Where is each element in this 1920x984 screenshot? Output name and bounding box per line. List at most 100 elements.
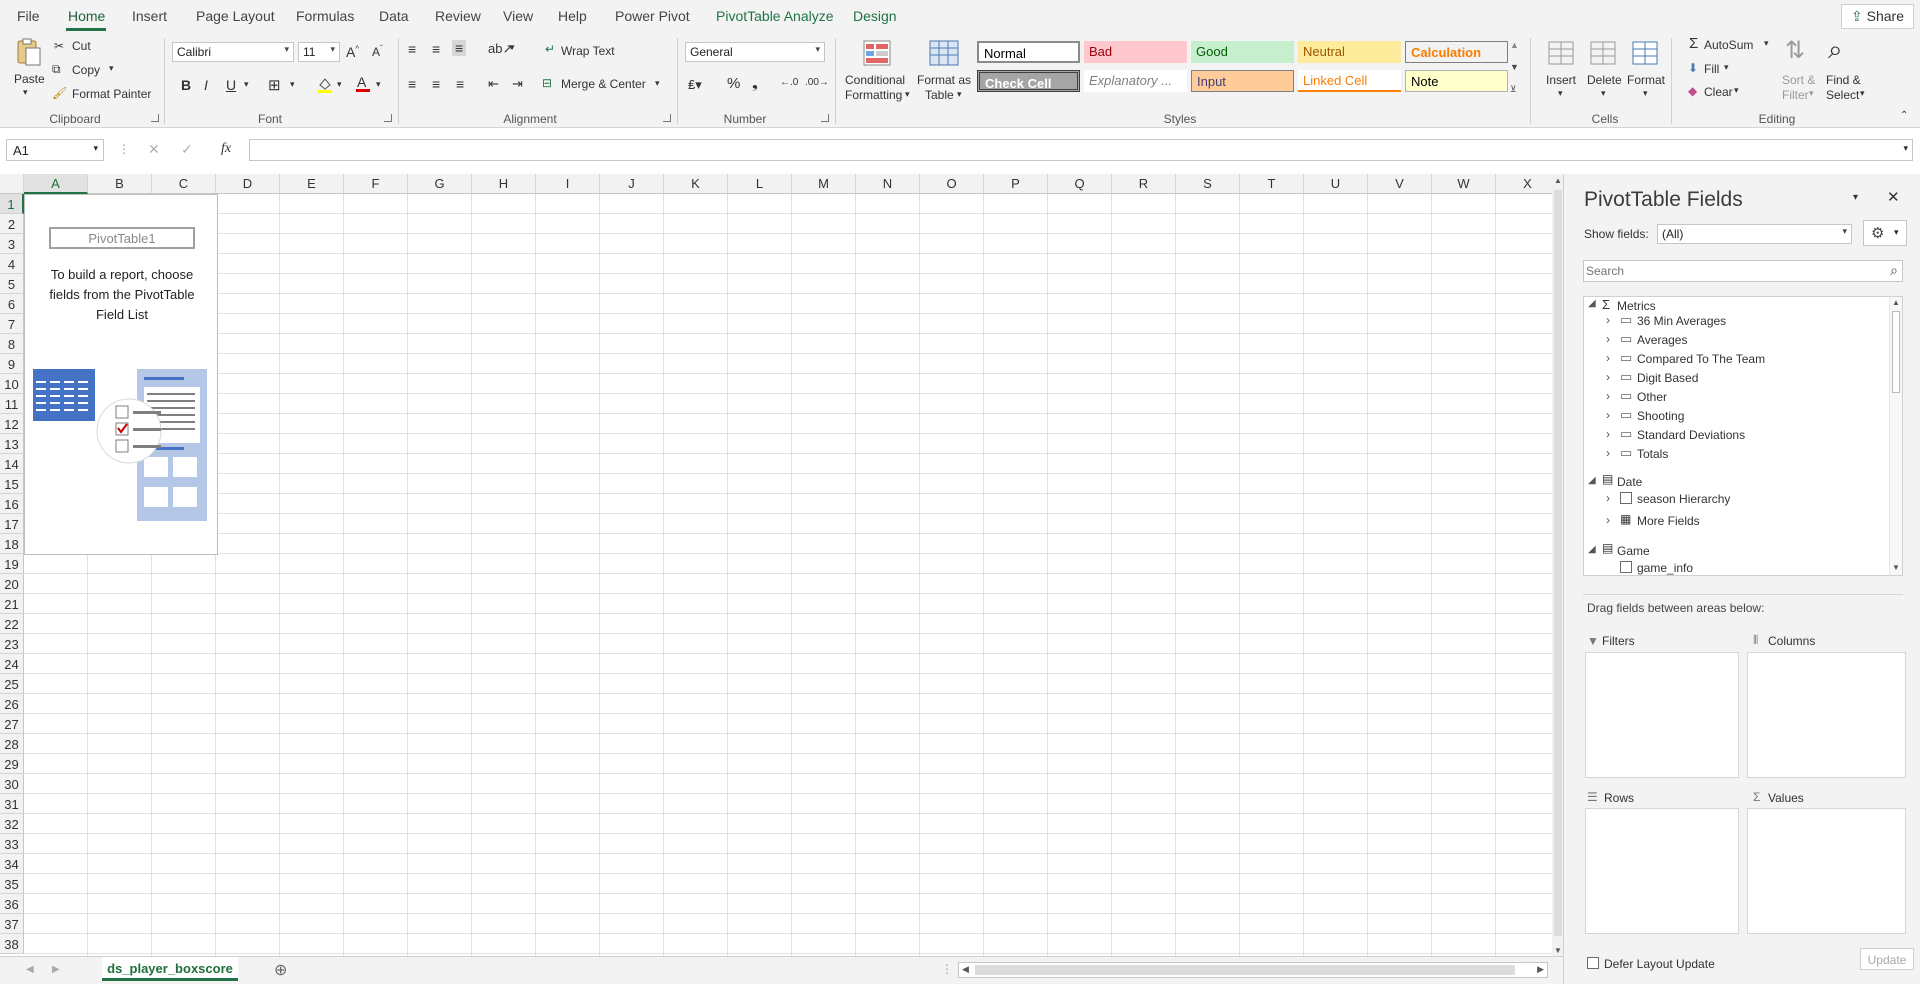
row-header[interactable]: 6 bbox=[0, 294, 24, 314]
field-list-scrollbar[interactable]: ▲ ▼ bbox=[1889, 297, 1902, 575]
style-linked-cell[interactable]: Linked Cell bbox=[1298, 70, 1401, 92]
underline-dropdown-icon[interactable]: ▾ bbox=[244, 79, 249, 90]
column-header[interactable]: R bbox=[1112, 174, 1176, 194]
scroll-thumb[interactable] bbox=[1554, 190, 1562, 936]
decrease-font-icon[interactable]: Aˇ bbox=[372, 44, 383, 59]
column-header[interactable]: T bbox=[1240, 174, 1304, 194]
align-left-icon[interactable]: ≡ bbox=[408, 76, 416, 92]
number-format-select[interactable]: General ▾ bbox=[685, 42, 825, 62]
underline-button[interactable]: U bbox=[226, 77, 236, 93]
row-header[interactable]: 9 bbox=[0, 354, 24, 374]
row-header[interactable]: 23 bbox=[0, 634, 24, 654]
row-header[interactable]: 34 bbox=[0, 854, 24, 874]
column-header[interactable]: Q bbox=[1048, 174, 1112, 194]
decrease-decimal-icon[interactable]: .00→ bbox=[805, 77, 829, 88]
column-header[interactable]: O bbox=[920, 174, 984, 194]
expand-icon[interactable]: › bbox=[1606, 408, 1610, 422]
styles-scroll-down-icon[interactable]: ▼ bbox=[1510, 62, 1519, 72]
checkbox-season-hierarchy[interactable] bbox=[1620, 492, 1632, 504]
rows-drop-area[interactable] bbox=[1585, 808, 1739, 934]
row-header[interactable]: 20 bbox=[0, 574, 24, 594]
row-header[interactable]: 37 bbox=[0, 914, 24, 934]
clear-button[interactable]: Clear bbox=[1704, 85, 1733, 99]
field-folder[interactable]: 36 Min Averages bbox=[1637, 314, 1726, 328]
fill-color-dropdown-icon[interactable]: ▾ bbox=[337, 79, 342, 90]
chevron-down-icon[interactable]: ▾ bbox=[1558, 88, 1563, 99]
row-header[interactable]: 11 bbox=[0, 394, 24, 414]
tab-insert[interactable]: Insert bbox=[132, 8, 167, 24]
tab-design[interactable]: Design bbox=[853, 8, 897, 24]
scroll-down-icon[interactable]: ▼ bbox=[1892, 563, 1900, 572]
collapse-ribbon-icon[interactable]: ⌃ bbox=[1900, 110, 1908, 121]
expand-icon[interactable]: › bbox=[1606, 332, 1610, 346]
style-explanatory[interactable]: Explanatory ... bbox=[1084, 70, 1187, 92]
autosum-button[interactable]: AutoSum bbox=[1704, 38, 1753, 52]
style-calculation[interactable]: Calculation bbox=[1405, 41, 1508, 63]
alignment-launcher-icon[interactable] bbox=[663, 114, 671, 122]
column-header[interactable]: A bbox=[24, 174, 88, 194]
column-header[interactable]: W bbox=[1432, 174, 1496, 194]
row-header[interactable]: 15 bbox=[0, 474, 24, 494]
field-folder[interactable]: Averages bbox=[1637, 333, 1687, 347]
chevron-down-icon[interactable]: ▾ bbox=[1643, 88, 1648, 99]
format-cells-icon[interactable] bbox=[1631, 40, 1659, 69]
field-season-hierarchy[interactable]: season Hierarchy bbox=[1637, 492, 1730, 506]
column-header[interactable]: P bbox=[984, 174, 1048, 194]
field-folder[interactable]: Digit Based bbox=[1637, 371, 1698, 385]
column-header[interactable]: K bbox=[664, 174, 728, 194]
column-header[interactable]: J bbox=[600, 174, 664, 194]
split-handle-icon[interactable]: ⋮ bbox=[941, 962, 953, 976]
row-header[interactable]: 33 bbox=[0, 834, 24, 854]
fill-button[interactable]: Fill bbox=[1704, 62, 1719, 76]
tab-data[interactable]: Data bbox=[379, 8, 409, 24]
style-bad[interactable]: Bad bbox=[1084, 41, 1187, 63]
tab-page-layout[interactable]: Page Layout bbox=[196, 8, 275, 24]
number-launcher-icon[interactable] bbox=[821, 114, 829, 122]
conditional-formatting-icon[interactable] bbox=[863, 40, 891, 69]
tab-home[interactable]: Home bbox=[68, 8, 105, 24]
field-game-info[interactable]: game_info bbox=[1637, 561, 1693, 575]
clipboard-launcher-icon[interactable] bbox=[151, 114, 159, 122]
group-metrics[interactable]: Metrics bbox=[1617, 299, 1656, 313]
copy-button[interactable]: Copy bbox=[72, 63, 100, 77]
sheet-tab-ds-player-boxscore[interactable]: ds_player_boxscore bbox=[102, 957, 238, 981]
percent-style-icon[interactable]: % bbox=[727, 75, 740, 92]
row-header[interactable]: 14 bbox=[0, 454, 24, 474]
row-header[interactable]: 12 bbox=[0, 414, 24, 434]
column-header[interactable]: N bbox=[856, 174, 920, 194]
decrease-indent-icon[interactable]: ⇤ bbox=[488, 76, 499, 92]
format-cells-button[interactable]: Format bbox=[1627, 73, 1665, 87]
column-header[interactable]: M bbox=[792, 174, 856, 194]
row-header[interactable]: 38 bbox=[0, 934, 24, 954]
merge-center-button[interactable]: Merge & Center bbox=[561, 77, 646, 91]
borders-dropdown-icon[interactable]: ▾ bbox=[290, 79, 295, 90]
expand-icon[interactable]: › bbox=[1606, 313, 1610, 327]
chevron-down-icon[interactable]: ▾ bbox=[1764, 38, 1769, 49]
delete-cells-icon[interactable] bbox=[1589, 40, 1617, 69]
row-header[interactable]: 13 bbox=[0, 434, 24, 454]
field-list[interactable]: ◢ Σ Metrics ◢ ▤ Date › season Hierarchy … bbox=[1583, 296, 1903, 576]
row-header[interactable]: 7 bbox=[0, 314, 24, 334]
tab-file[interactable]: File bbox=[17, 8, 40, 24]
field-folder[interactable]: Shooting bbox=[1637, 409, 1684, 423]
tab-help[interactable]: Help bbox=[558, 8, 587, 24]
row-header[interactable]: 30 bbox=[0, 774, 24, 794]
update-button[interactable]: Update bbox=[1860, 948, 1914, 970]
font-color-dropdown-icon[interactable]: ▾ bbox=[376, 79, 381, 90]
row-header[interactable]: 21 bbox=[0, 594, 24, 614]
field-more-fields[interactable]: More Fields bbox=[1637, 514, 1700, 528]
delete-cells-button[interactable]: Delete bbox=[1587, 73, 1622, 87]
name-box[interactable]: A1 ▾ bbox=[6, 139, 104, 161]
row-header[interactable]: 26 bbox=[0, 694, 24, 714]
chevron-down-icon[interactable]: ▾ bbox=[1734, 85, 1739, 96]
paste-dropdown-icon[interactable]: ▾ bbox=[23, 87, 28, 98]
enter-icon[interactable]: ✓ bbox=[181, 141, 193, 158]
format-as-table-icon[interactable] bbox=[929, 40, 959, 69]
styles-scroll-up-icon[interactable]: ▲ bbox=[1510, 40, 1519, 50]
format-painter-button[interactable]: Format Painter bbox=[72, 87, 151, 101]
style-neutral[interactable]: Neutral bbox=[1298, 41, 1401, 63]
scroll-right-icon[interactable]: ▶ bbox=[1537, 964, 1544, 975]
bold-button[interactable]: B bbox=[181, 77, 191, 93]
pivottable-placeholder[interactable]: PivotTable1 To build a report, choose fi… bbox=[24, 194, 218, 555]
collapse-icon[interactable]: ◢ bbox=[1588, 298, 1596, 309]
